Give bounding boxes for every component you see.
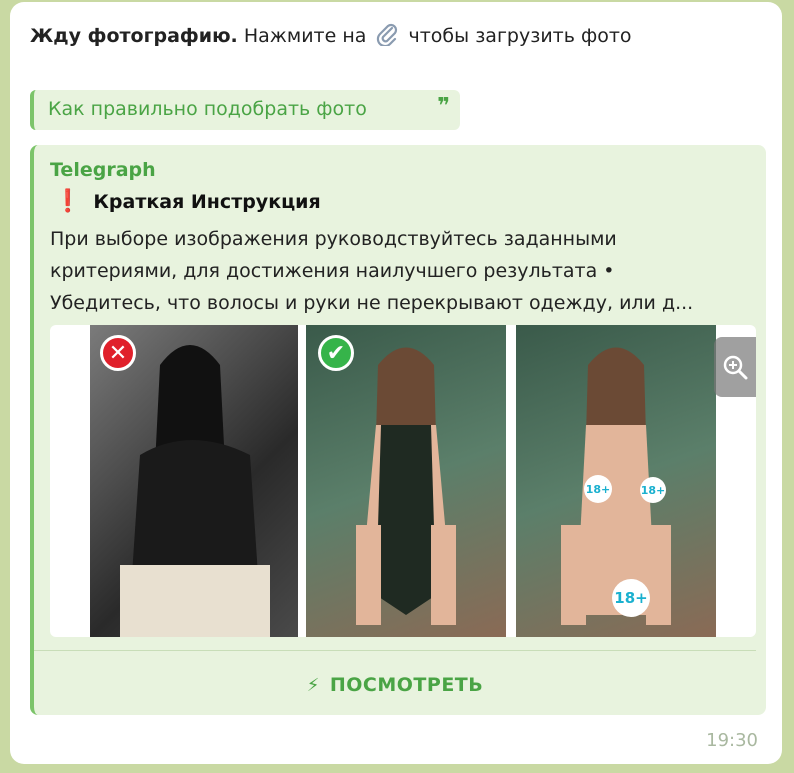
- person-figure-icon: [356, 347, 456, 625]
- person-figure-icon: [120, 345, 270, 637]
- censor-sticker: 18+: [612, 579, 650, 617]
- view-button-label: ПОСМОТРЕТЬ: [329, 674, 484, 696]
- preview-desc-line: критериями, для достижения наилучшего ре…: [50, 260, 615, 282]
- preview-divider: [34, 650, 756, 651]
- bolt-icon: ⚡: [306, 674, 320, 696]
- zoom-in-icon: [723, 355, 748, 380]
- preview-description: При выборе изображения руководствуйтесь …: [50, 223, 764, 319]
- message-text: Жду фотографию. Нажмите на чтобы загрузи…: [30, 22, 632, 51]
- censor-sticker: 18+: [584, 475, 612, 503]
- preview-title: ❗ Краткая Инструкция: [54, 189, 321, 214]
- message-bubble: Жду фотографию. Нажмите на чтобы загрузи…: [10, 2, 782, 764]
- wrong-icon: ✕: [100, 335, 136, 371]
- view-button[interactable]: ⚡ ПОСМОТРЕТЬ: [34, 665, 756, 705]
- paperclip-icon: [376, 22, 398, 51]
- photo-correct-example: [306, 325, 506, 637]
- censor-sticker: 18+: [640, 477, 666, 503]
- preview-image[interactable]: ✕ ✔ 18+ 18+ 18+: [50, 325, 756, 637]
- message-text-after: чтобы загрузить фото: [408, 25, 632, 47]
- message-bold-text: Жду фотографию.: [30, 25, 238, 47]
- preview-desc-line: При выборе изображения руководствуйтесь …: [50, 228, 617, 250]
- photo-wrong-example: [90, 325, 298, 637]
- zoom-in-button[interactable]: [714, 337, 756, 397]
- quote-label: Как правильно подобрать фото: [48, 98, 367, 120]
- preview-desc-line: Убедитесь, что волосы и руки не перекрыв…: [50, 292, 694, 314]
- quote-icon: ❞: [437, 94, 450, 119]
- check-icon: ✔: [318, 335, 354, 371]
- link-preview[interactable]: Telegraph ❗ Краткая Инструкция При выборе…: [30, 145, 766, 715]
- message-time: 19:30: [706, 730, 758, 751]
- preview-title-text: Краткая Инструкция: [93, 191, 321, 213]
- preview-site-name: Telegraph: [50, 159, 156, 181]
- message-text-before: Нажмите на: [243, 25, 367, 47]
- exclamation-icon: ❗: [54, 189, 82, 214]
- quote-link[interactable]: Как правильно подобрать фото ❞: [30, 90, 460, 130]
